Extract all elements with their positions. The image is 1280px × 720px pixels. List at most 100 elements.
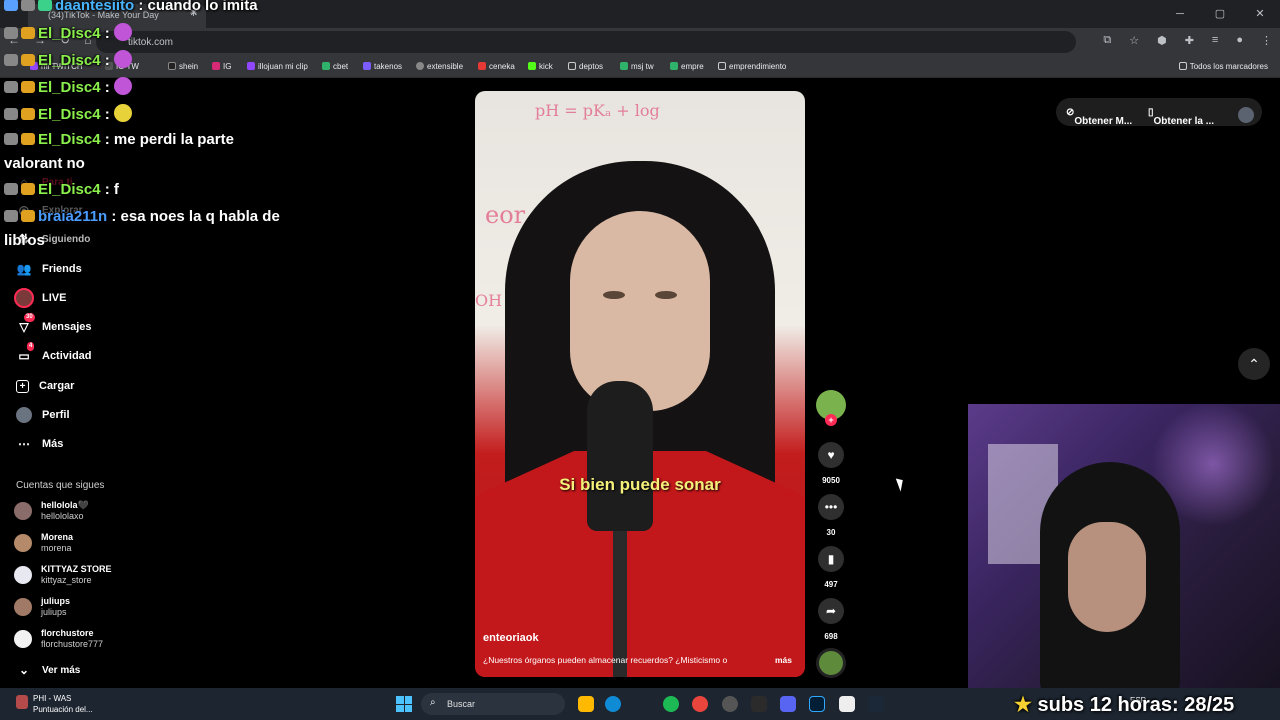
microphone <box>587 381 653 531</box>
activity-badge: 4 <box>27 342 35 351</box>
avatar <box>14 630 32 648</box>
address-bar-row: ← → ↻ ⌂ tiktok.com ⧉ ☆ ⬢ ✚ ≡ ● ⋮ <box>0 28 1280 56</box>
sidebar-item-profile[interactable]: Perfil <box>16 405 70 425</box>
bookmark[interactable]: msj tw <box>620 62 654 71</box>
profile-avatar-icon[interactable]: ● <box>1236 34 1243 47</box>
edge-icon[interactable] <box>605 696 621 712</box>
install-icon[interactable]: ⧉ <box>1103 34 1111 47</box>
sidebar-item-upload[interactable]: + Cargar <box>16 376 74 396</box>
bookmark[interactable]: IG <box>212 62 231 71</box>
taskbar-widget[interactable]: PHI - WAS Puntuación del... <box>16 693 93 715</box>
discord-icon[interactable] <box>780 696 796 712</box>
spotify-icon[interactable] <box>663 696 679 712</box>
music-disc-icon[interactable] <box>816 648 846 678</box>
chat-message-continuation: valorant no <box>4 155 85 172</box>
app-icon[interactable] <box>751 696 767 712</box>
video-description: ¿Nuestros órganos pueden almacenar recue… <box>483 655 728 665</box>
chat-message-continuation: libros <box>4 232 45 249</box>
live-icon <box>14 288 34 308</box>
messages-badge: 30 <box>24 313 35 322</box>
sidebar-item-more[interactable]: ⋯ Más <box>16 434 63 454</box>
taskbar-search[interactable]: ⌕ Buscar <box>421 693 565 715</box>
window-controls: ─ ▢ ✕ <box>1160 0 1280 28</box>
chrome-icon[interactable] <box>692 696 708 712</box>
avatar <box>14 566 32 584</box>
save-count: 497 <box>824 580 838 589</box>
url-field[interactable]: tiktok.com <box>96 31 1076 53</box>
chat-message: El_Disc4 : <box>4 104 132 123</box>
bookmark-icon[interactable]: ▮ <box>818 546 844 572</box>
get-mobile-button[interactable]: ▯ Obtener la ... <box>1148 107 1214 127</box>
user-avatar[interactable] <box>1238 107 1254 123</box>
star-icon: ★ <box>1014 694 1032 716</box>
sidebar-item-activity[interactable]: ▭ 4 Actividad <box>16 342 92 366</box>
capcut-icon[interactable] <box>839 696 855 712</box>
photoshop-icon[interactable] <box>809 696 825 712</box>
obs-icon[interactable] <box>722 696 738 712</box>
comment-icon[interactable]: ••• <box>818 494 844 520</box>
followed-account[interactable]: Morena morena <box>14 530 73 556</box>
webcam-overlay <box>968 404 1280 692</box>
share-icon[interactable]: ➦ <box>818 598 844 624</box>
puzzle-icon[interactable]: ✚ <box>1185 34 1194 47</box>
close-window-icon[interactable]: ✕ <box>1240 0 1280 28</box>
all-bookmarks[interactable]: Todos los marcadores <box>1178 62 1268 71</box>
chat-message: daantesiito : cuando lo imita <box>4 0 258 14</box>
see-more-button[interactable]: ⌄ Ver más <box>16 660 80 680</box>
bookmark-star-icon[interactable]: ☆ <box>1129 34 1139 47</box>
video-author[interactable]: enteoriaok <box>483 632 539 644</box>
person-face <box>570 211 710 411</box>
bookmark[interactable]: cbet <box>322 62 348 71</box>
video-player[interactable]: pH = pKₐ + log ≡ eor OH Si bien puede so… <box>475 91 805 677</box>
previous-video-button[interactable]: ⌃ <box>1238 348 1270 380</box>
windows-start-icon[interactable] <box>396 696 412 712</box>
whiteboard-drawing: OH <box>475 291 503 310</box>
profile-icon <box>16 407 32 423</box>
following-accounts-title: Cuentas que sigues <box>16 480 105 491</box>
widget-icon <box>16 695 28 709</box>
comment-count: 30 <box>826 528 836 537</box>
bookmark[interactable]: ceneka <box>478 62 515 71</box>
folder-bookmark[interactable]: emprendimiento <box>718 62 786 71</box>
search-icon: ⌕ <box>430 697 436 708</box>
chat-message: braia211n : esa noes la q habla de <box>4 208 280 225</box>
heart-icon[interactable]: ♥ <box>818 442 844 468</box>
followed-account[interactable]: KITTYAZ STORE kittyaz_store <box>14 562 112 588</box>
bookmark[interactable]: kick <box>528 62 553 71</box>
bookmark[interactable]: shein <box>168 62 198 71</box>
bookmark[interactable]: illojuan mi clip <box>247 62 308 71</box>
sidebar-item-messages[interactable]: ▽ 30 Mensajes <box>16 313 92 337</box>
follow-plus-icon[interactable]: + <box>825 414 837 426</box>
steam-icon[interactable] <box>868 696 884 712</box>
messages-icon: ▽ 30 <box>19 313 35 334</box>
get-app-button[interactable]: ⊘ Obtener M... <box>1066 107 1132 127</box>
avatar <box>14 502 32 520</box>
whiteboard-drawing: eor <box>485 201 526 229</box>
sidebar-item-friends[interactable]: 👥 Friends <box>16 259 82 279</box>
emote-icon <box>113 104 132 122</box>
followed-account[interactable]: juliups juliups <box>14 594 70 620</box>
menu-dots-icon[interactable]: ⋮ <box>1261 34 1272 47</box>
minimize-icon[interactable]: ─ <box>1160 0 1200 28</box>
file-explorer-icon[interactable] <box>578 696 594 712</box>
folder-bookmark[interactable]: deptos <box>568 62 603 71</box>
avatar <box>14 598 32 616</box>
bookmark[interactable]: extensible <box>416 62 463 71</box>
chat-message: El_Disc4 : <box>4 77 132 96</box>
playlist-icon[interactable]: ≡ <box>1212 34 1218 47</box>
sidebar-item-live[interactable]: LIVE <box>14 288 66 308</box>
subs-goal-overlay: ★ subs 12 horas: 28/25 <box>1014 694 1235 716</box>
extension-icon[interactable]: ⬢ <box>1157 34 1167 47</box>
emote-icon <box>113 77 132 95</box>
bookmarks-bar: mi TWITCH IO TW shein IG illojuan mi cli… <box>0 56 1280 78</box>
avatar <box>14 534 32 552</box>
chat-message: El_Disc4 : me perdi la parte <box>4 131 234 148</box>
maximize-icon[interactable]: ▢ <box>1200 0 1240 28</box>
emote-icon <box>113 23 132 41</box>
upload-icon: + <box>16 379 29 393</box>
bookmark[interactable]: takenos <box>363 62 402 71</box>
followed-account[interactable]: florchustore florchustore777 <box>14 626 103 652</box>
bookmark[interactable]: empre <box>670 62 704 71</box>
description-more-button[interactable]: más <box>775 655 792 665</box>
followed-account[interactable]: hellolola🖤 hellololaxo <box>14 498 89 524</box>
